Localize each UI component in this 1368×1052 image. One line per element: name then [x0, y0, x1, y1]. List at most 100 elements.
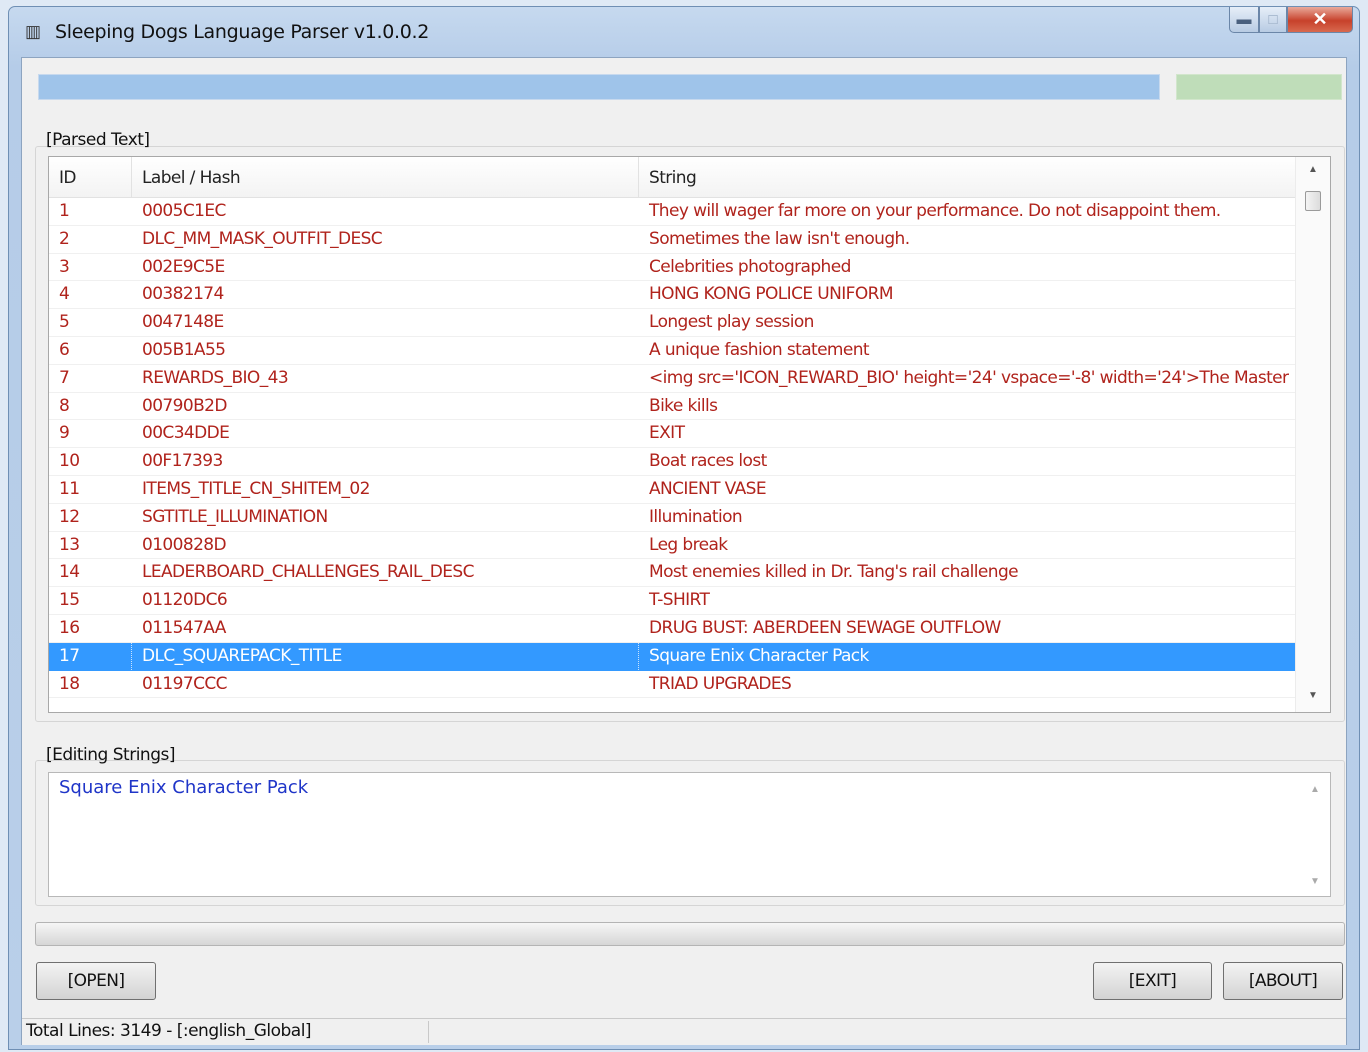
- row-string-cell: Boat races lost: [649, 451, 767, 472]
- row-string-cell: Sometimes the law isn't enough.: [649, 228, 910, 249]
- row-string-cell: Illumination: [649, 506, 743, 527]
- table-row[interactable]: 6 005B1A55 A unique fashion statement: [49, 337, 1296, 365]
- column-header-string[interactable]: String: [639, 157, 1296, 197]
- column-header-id[interactable]: ID: [49, 157, 132, 197]
- row-id-cell: 15: [59, 590, 80, 611]
- row-string-cell: Bike kills: [649, 395, 718, 416]
- row-id-cell: 7: [59, 367, 70, 388]
- row-id-cell: 1: [59, 201, 70, 221]
- row-string-cell: Most enemies killed in Dr. Tang's rail c…: [649, 562, 1019, 583]
- status-bar: Total Lines: 3149 - [:english_Global]: [22, 1018, 1346, 1045]
- table-row[interactable]: 13 0100828D Leg break: [49, 532, 1296, 560]
- row-label-cell: 00382174: [142, 284, 224, 305]
- row-label-cell: 0100828D: [142, 534, 227, 555]
- save-progress-bar: [35, 922, 1345, 946]
- table-row[interactable]: 5 0047148E Longest play session: [49, 309, 1296, 337]
- row-id-cell: 5: [59, 312, 70, 333]
- row-label-cell: DLC_MM_MASK_OUTFIT_DESC: [142, 228, 383, 249]
- row-string-cell: Celebrities photographed: [649, 256, 851, 277]
- window-controls: ▬ □ ✕: [1229, 7, 1353, 35]
- row-label-cell: 005B1A55: [142, 339, 226, 360]
- window-title: Sleeping Dogs Language Parser v1.0.0.2: [55, 21, 430, 43]
- row-id-cell: 17: [49, 642, 132, 670]
- row-label-cell: 00F17393: [142, 451, 223, 472]
- table-row[interactable]: 14 LEADERBOARD_CHALLENGES_RAIL_DESC Most e…: [49, 559, 1296, 588]
- parsed-text-label: [Parsed Text]: [46, 130, 150, 150]
- row-id-cell: 16: [59, 617, 80, 638]
- row-label-cell: ITEMS_TITLE_CN_SHITEM_02: [142, 478, 370, 499]
- minimize-button[interactable]: ▬: [1229, 7, 1259, 33]
- row-label-cell: 00790B2D: [142, 395, 227, 416]
- row-string-cell: EXIT: [649, 423, 685, 444]
- row-label-cell: REWARDS_BIO_43: [142, 367, 289, 388]
- table-row[interactable]: 16 011547AA DRUG BUST: ABERDEEN SEWAGE OUT…: [49, 615, 1296, 643]
- list-rows: 1 0005C1EC They will wager far more on you…: [49, 198, 1296, 699]
- table-row[interactable]: 3 002E9C5E Celebrities photographed: [49, 254, 1296, 282]
- app-icon: ▥: [24, 22, 42, 41]
- load-progress-bar: [38, 74, 1160, 100]
- row-id-cell: 4: [59, 284, 70, 305]
- row-label-cell: 0005C1EC: [142, 201, 226, 221]
- table-row[interactable]: 4 00382174 HONG KONG POLICE UNIFORM: [49, 281, 1296, 310]
- scroll-thumb[interactable]: [1305, 191, 1321, 211]
- row-label-cell: 01120DC6: [142, 590, 228, 611]
- row-id-cell: 3: [59, 256, 70, 277]
- row-string-cell: ANCIENT VASE: [649, 478, 767, 499]
- row-label-cell: DLC_SQUAREPACK_TITLE: [132, 642, 639, 670]
- row-string-cell: A unique fashion statement: [649, 339, 870, 360]
- status-separator: [428, 1021, 429, 1043]
- exit-button[interactable]: [EXIT]: [1093, 962, 1212, 1000]
- row-string-cell: DRUG BUST: ABERDEEN SEWAGE OUTFLOW: [649, 617, 1001, 638]
- row-label-cell: 01197CCC: [142, 673, 227, 694]
- scroll-down-icon[interactable]: ▼: [1296, 685, 1330, 707]
- row-string-cell: Square Enix Character Pack: [639, 642, 1296, 670]
- row-id-cell: 2: [59, 228, 70, 249]
- row-id-cell: 13: [59, 534, 80, 555]
- table-row[interactable]: 7 REWARDS_BIO_43 <img src='ICON_REWARD_BIO…: [49, 365, 1296, 393]
- open-button[interactable]: [OPEN]: [36, 962, 156, 1000]
- table-row[interactable]: 15 01120DC6 T-SHIRT: [49, 587, 1296, 615]
- row-label-cell: 002E9C5E: [142, 256, 225, 277]
- column-header-label[interactable]: Label / Hash: [132, 157, 639, 197]
- row-label-cell: 00C34DDE: [142, 423, 230, 444]
- table-row[interactable]: 9 00C34DDE EXIT: [49, 420, 1296, 449]
- table-row[interactable]: 18 01197CCC TRIAD UPGRADES: [49, 671, 1296, 699]
- row-string-cell: <img src='ICON_REWARD_BIO' height='24' v…: [649, 367, 1289, 388]
- about-button[interactable]: [ABOUT]: [1223, 962, 1343, 1000]
- row-label-cell: LEADERBOARD_CHALLENGES_RAIL_DESC: [142, 562, 474, 583]
- row-label-cell: SGTITLE_ILLUMINATION: [142, 506, 328, 527]
- edit-scrollbar[interactable]: ▲ ▼: [1300, 773, 1330, 896]
- table-row[interactable]: 17 DLC_SQUAREPACK_TITLE Square Enix Charac…: [49, 642, 1296, 671]
- table-row[interactable]: 2 DLC_MM_MASK_OUTFIT_DESC Sometimes the la…: [49, 226, 1296, 254]
- edit-scroll-down-icon[interactable]: ▼: [1300, 871, 1330, 893]
- row-id-cell: 14: [59, 562, 80, 583]
- row-string-cell: Leg break: [649, 534, 728, 555]
- scroll-up-icon[interactable]: ▲: [1296, 159, 1330, 181]
- row-string-cell: They will wager far more on your perform…: [649, 201, 1221, 221]
- table-row[interactable]: 1 0005C1EC They will wager far more on you…: [49, 198, 1296, 226]
- minimize-icon: ▬: [1236, 11, 1252, 28]
- title-bar[interactable]: ▥ Sleeping Dogs Language Parser v1.0.0.2…: [9, 7, 1359, 57]
- edit-string-textarea[interactable]: Square Enix Character Pack ▲ ▼: [48, 772, 1331, 897]
- edit-scroll-up-icon[interactable]: ▲: [1300, 779, 1330, 801]
- status-text: Total Lines: 3149 - [:english_Global]: [26, 1021, 312, 1041]
- editing-strings-label: [Editing Strings]: [46, 745, 175, 765]
- list-header: ID Label / Hash String: [49, 157, 1296, 198]
- edit-string-value[interactable]: Square Enix Character Pack: [59, 777, 308, 798]
- row-id-cell: 18: [59, 673, 80, 694]
- row-id-cell: 12: [59, 506, 80, 527]
- table-row[interactable]: 12 SGTITLE_ILLUMINATION Illumination: [49, 504, 1296, 532]
- row-string-cell: T-SHIRT: [649, 590, 710, 611]
- table-row[interactable]: 11 ITEMS_TITLE_CN_SHITEM_02 ANCIENT VASE: [49, 476, 1296, 504]
- table-row[interactable]: 10 00F17393 Boat races lost: [49, 448, 1296, 476]
- parsed-text-list[interactable]: ID Label / Hash String 1 0005C1EC They wil…: [48, 156, 1331, 713]
- row-id-cell: 9: [59, 423, 70, 444]
- list-scrollbar[interactable]: ▲ ▼: [1295, 157, 1330, 712]
- table-row[interactable]: 8 00790B2D Bike kills: [49, 393, 1296, 421]
- row-string-cell: TRIAD UPGRADES: [649, 673, 792, 694]
- maximize-button[interactable]: □: [1259, 7, 1287, 33]
- row-id-cell: 8: [59, 395, 70, 416]
- close-icon: ✕: [1312, 9, 1328, 29]
- close-button[interactable]: ✕: [1287, 7, 1353, 33]
- row-id-cell: 11: [59, 478, 80, 499]
